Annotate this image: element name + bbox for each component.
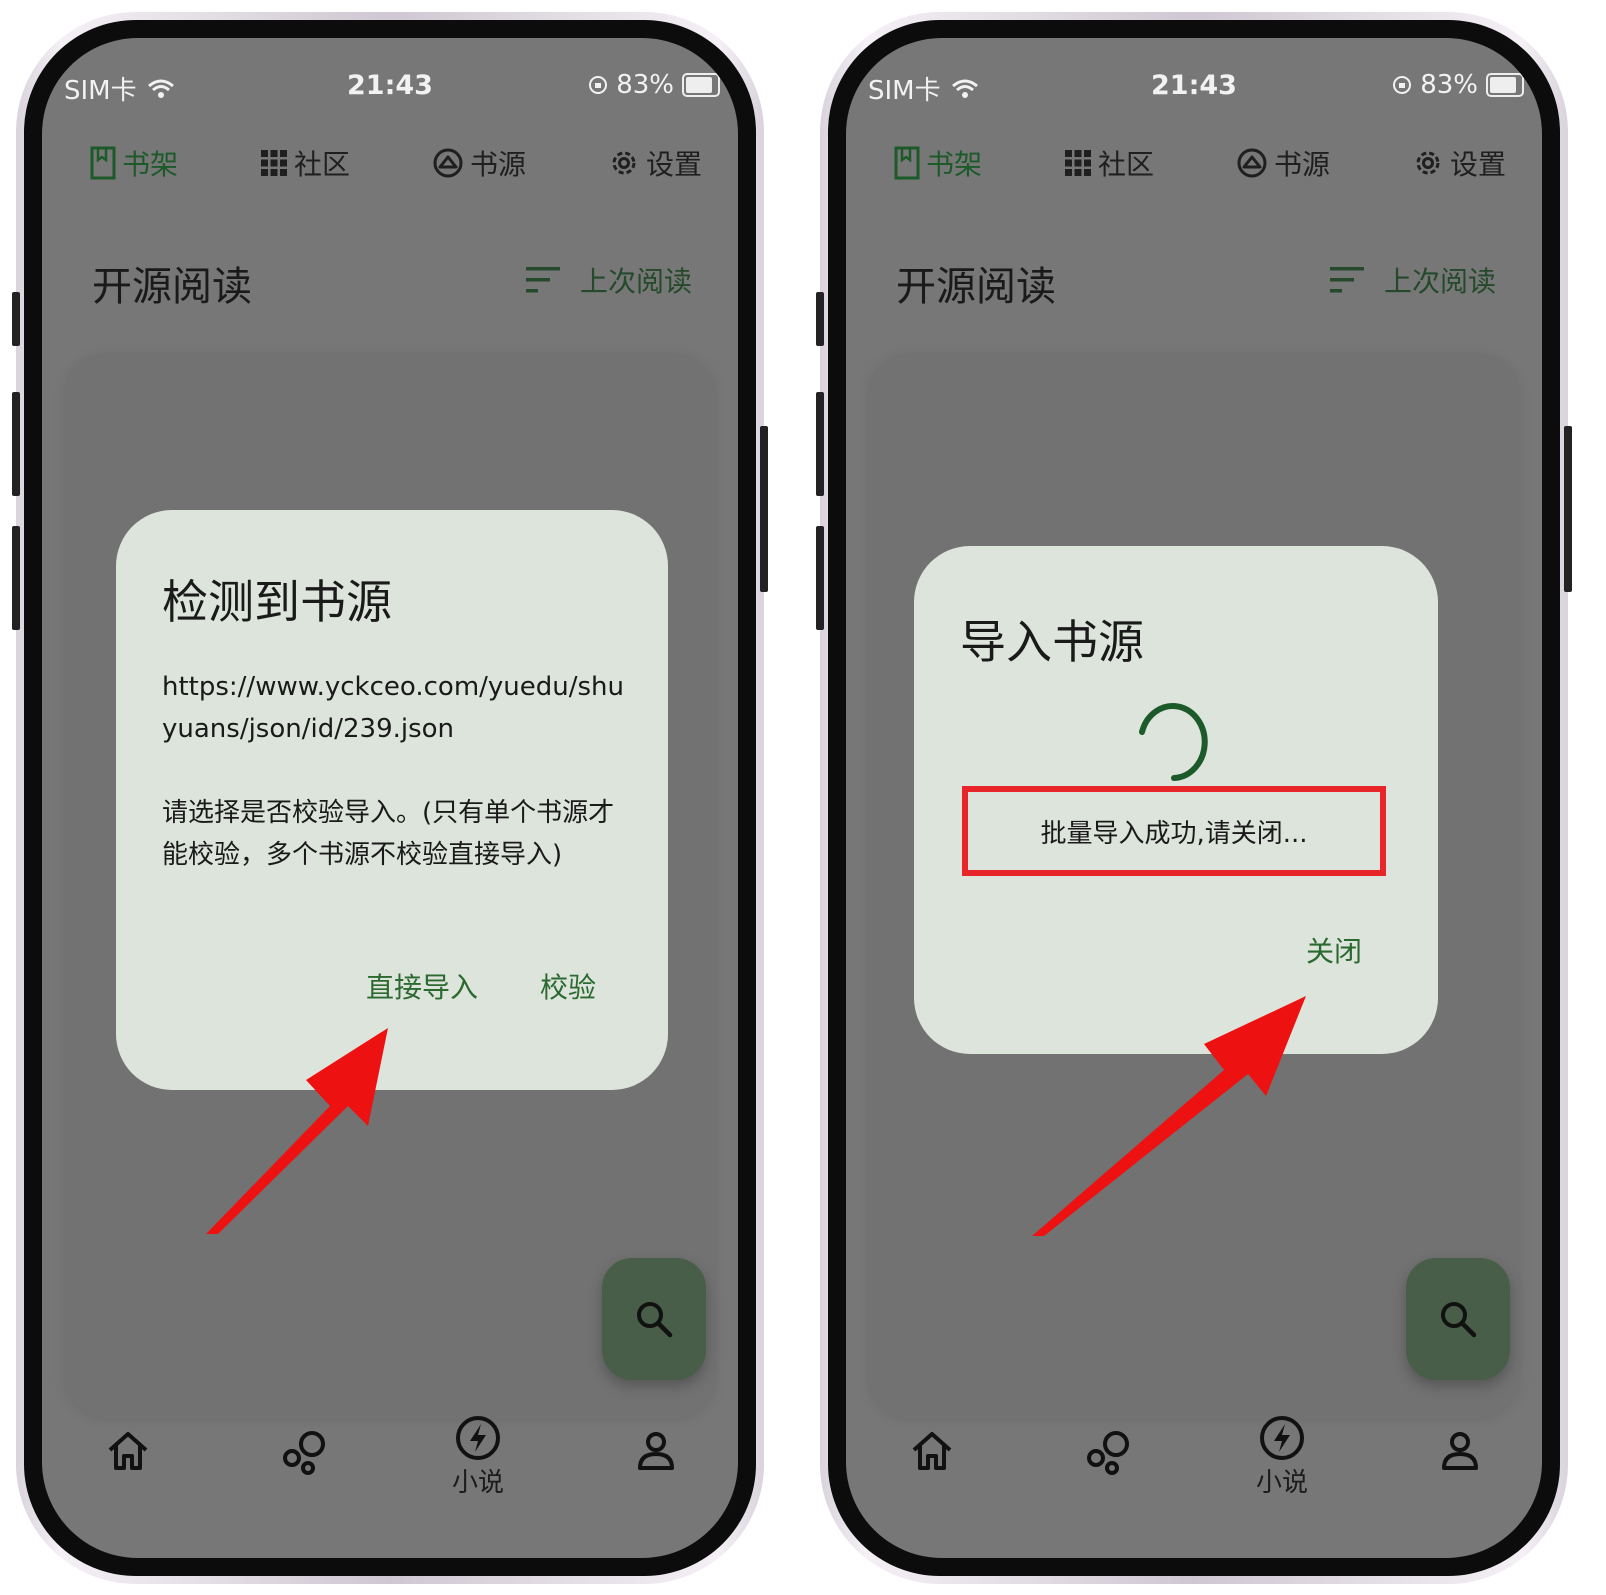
battery-percent: 83% <box>1420 70 1478 100</box>
tab-sources[interactable]: 书源 <box>1236 143 1330 183</box>
source-url: https://www.yckceo.com/yuedu/shuyuans/js… <box>162 672 625 744</box>
top-nav: 书架 社区 书源 设置 <box>894 138 1506 188</box>
side-button <box>12 292 20 346</box>
tab-label: 设置 <box>1449 148 1506 181</box>
bottom-tab-novel[interactable]: 小说 <box>1222 1414 1342 1499</box>
status-bar: SIM卡 21:43 83% <box>846 62 1542 106</box>
annotation-arrow <box>206 1028 388 1234</box>
sort-icon <box>525 267 560 293</box>
dialog-message: 请选择是否校验导入。(只有单个书源才能校验，多个书源不校验直接导入) <box>162 798 615 870</box>
source-icon <box>433 148 463 178</box>
bottom-tab-home[interactable] <box>872 1428 992 1472</box>
screen: SIM卡 21:43 83% 书架 社区 书源 设置 开源阅读 上次阅读 小说 … <box>846 38 1542 1558</box>
tab-community[interactable]: 社区 <box>260 143 350 183</box>
source-icon <box>1237 148 1267 178</box>
lightning-icon <box>456 1416 500 1460</box>
page-header: 开源阅读 上次阅读 <box>92 250 692 310</box>
bottom-tab-label: 小说 <box>1255 1468 1308 1498</box>
battery: 83% <box>588 70 720 100</box>
bottom-tab-label: 小说 <box>451 1468 504 1498</box>
side-button <box>816 292 824 346</box>
tab-label: 书源 <box>469 148 526 181</box>
orientation-lock-icon <box>589 76 608 94</box>
tab-label: 社区 <box>1097 148 1154 181</box>
lightning-icon <box>1260 1416 1304 1460</box>
bottom-tab-novel[interactable]: 小说 <box>418 1414 538 1499</box>
bottom-tab-home[interactable] <box>68 1428 188 1472</box>
tab-label: 书架 <box>122 148 179 181</box>
verify-button[interactable]: 校验 <box>540 966 596 1006</box>
bookshelf-icon <box>894 146 920 180</box>
import-status-text: 批量导入成功,请关闭... <box>1040 818 1308 849</box>
bottom-tab-profile[interactable] <box>596 1428 716 1472</box>
tab-settings[interactable]: 设置 <box>1412 143 1506 183</box>
home-icon <box>912 1432 952 1470</box>
gear-icon <box>612 151 636 175</box>
grid-icon <box>1064 150 1091 176</box>
bottom-tab-discover[interactable] <box>1048 1428 1168 1476</box>
tab-label: 社区 <box>293 148 350 181</box>
side-button <box>12 392 20 496</box>
tab-label: 设置 <box>645 148 702 181</box>
tab-bookshelf[interactable]: 书架 <box>90 143 178 183</box>
side-button <box>1564 426 1572 592</box>
sort-button[interactable]: 上次阅读 <box>525 260 692 300</box>
user-icon <box>1442 1432 1478 1470</box>
tab-label: 书架 <box>926 148 983 181</box>
battery-icon <box>1486 73 1524 97</box>
side-button <box>816 526 824 630</box>
side-button <box>816 392 824 496</box>
import-source-dialog: 导入书源 批量导入成功,请关闭... 关闭 <box>914 546 1438 1054</box>
side-button <box>760 426 768 592</box>
screen: SIM卡 21:43 83% 书架 社区 书源 设置 开源阅读 上次阅读 小说 … <box>42 38 738 1558</box>
tab-label: 书源 <box>1273 148 1330 181</box>
phone-right: SIM卡 21:43 83% 书架 社区 书源 设置 开源阅读 上次阅读 小说 … <box>816 12 1572 1584</box>
search-icon <box>1441 1302 1477 1338</box>
bottom-tab-profile[interactable] <box>1400 1428 1520 1472</box>
bottom-nav: 小说 <box>42 1408 738 1558</box>
user-icon <box>638 1432 674 1470</box>
search-fab[interactable] <box>602 1258 706 1380</box>
close-button[interactable]: 关闭 <box>1306 930 1362 970</box>
dialog-title: 检测到书源 <box>162 575 392 629</box>
orientation-lock-icon <box>1393 76 1412 94</box>
annotation-arrow <box>1032 996 1306 1236</box>
tab-settings[interactable]: 设置 <box>608 143 702 183</box>
battery-percent: 83% <box>616 70 674 100</box>
top-nav: 书架 社区 书源 设置 <box>90 138 702 188</box>
search-icon <box>637 1302 673 1338</box>
loading-spinner-icon <box>1139 703 1208 781</box>
grid-icon <box>260 150 287 176</box>
page-title: 开源阅读 <box>896 264 1056 310</box>
page-title: 开源阅读 <box>92 264 252 310</box>
bottom-nav: 小说 <box>846 1408 1542 1558</box>
import-status-highlight: 批量导入成功,请关闭... <box>962 786 1386 876</box>
battery: 83% <box>1392 70 1524 100</box>
status-bar: SIM卡 21:43 83% <box>42 62 738 106</box>
bubbles-icon <box>283 1431 325 1475</box>
page-header: 开源阅读 上次阅读 <box>896 250 1496 310</box>
sort-button[interactable]: 上次阅读 <box>1329 260 1496 300</box>
tab-community[interactable]: 社区 <box>1064 143 1154 183</box>
home-icon <box>108 1432 148 1470</box>
dialog-title: 导入书源 <box>960 615 1144 669</box>
sort-label: 上次阅读 <box>1383 265 1496 298</box>
tab-bookshelf[interactable]: 书架 <box>894 143 982 183</box>
sort-icon <box>1329 267 1364 293</box>
battery-icon <box>682 73 720 97</box>
sort-label: 上次阅读 <box>579 265 692 298</box>
bookshelf-icon <box>90 146 116 180</box>
gear-icon <box>1416 151 1440 175</box>
tab-sources[interactable]: 书源 <box>432 143 526 183</box>
bottom-tab-discover[interactable] <box>244 1428 364 1476</box>
search-fab[interactable] <box>1406 1258 1510 1380</box>
bubbles-icon <box>1087 1431 1129 1475</box>
phone-left: SIM卡 21:43 83% 书架 社区 书源 设置 开源阅读 上次阅读 小说 … <box>12 12 768 1584</box>
side-button <box>12 526 20 630</box>
